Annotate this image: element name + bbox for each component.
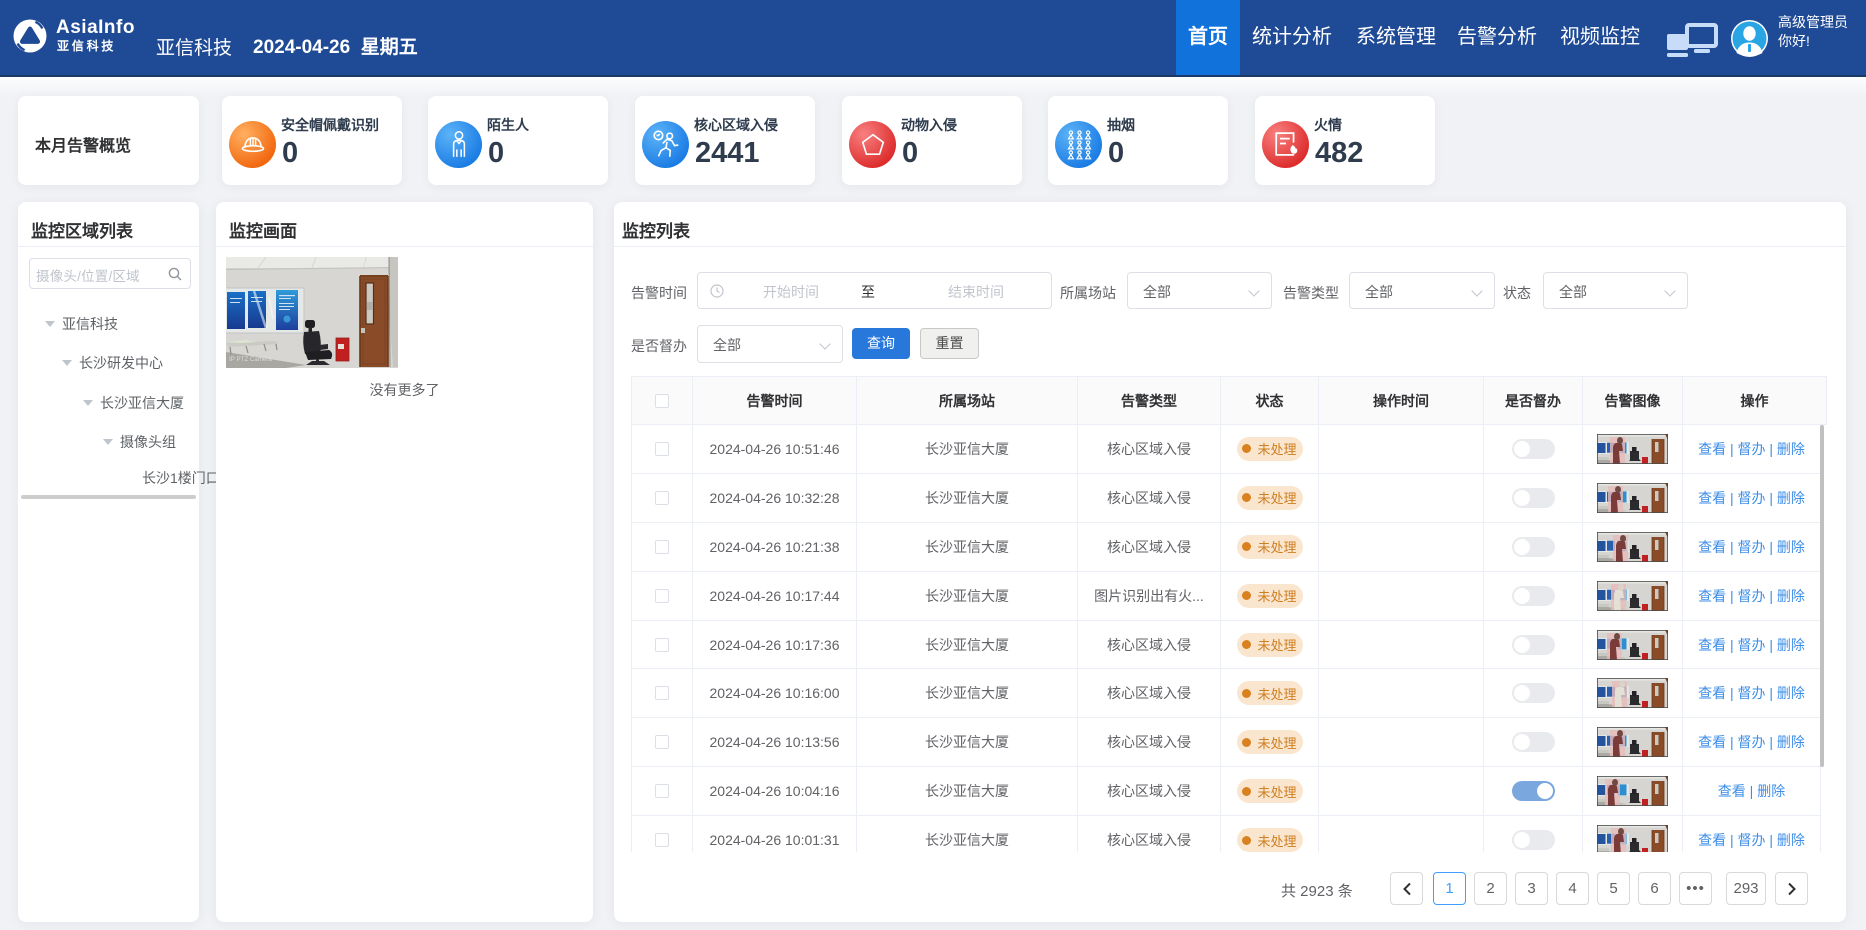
svg-text:IP PTZ Camera: IP PTZ Camera xyxy=(229,356,272,363)
svg-text:2024-04-26 15:28: 2024-04-26 15:28 xyxy=(338,261,387,268)
